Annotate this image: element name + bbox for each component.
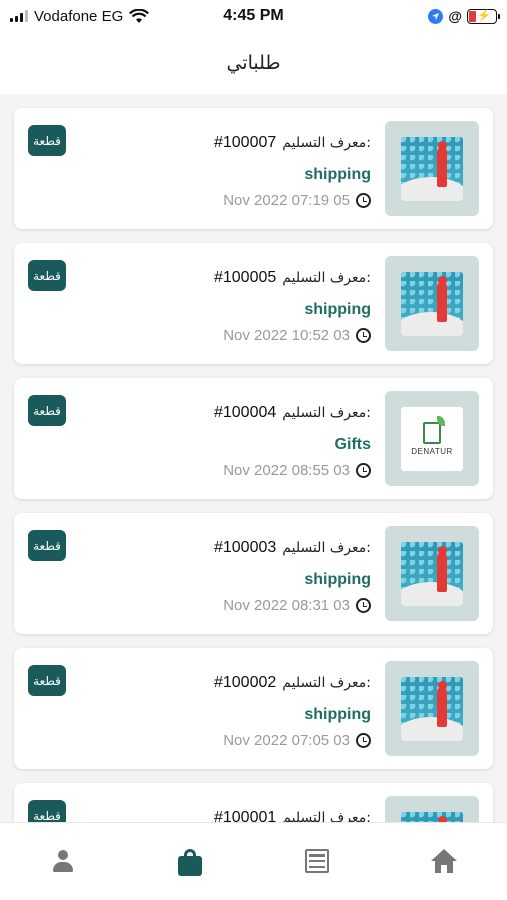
tab-orders[interactable]: [127, 823, 254, 900]
item-badge: قطعة: [28, 530, 66, 561]
order-date-line: Nov 2022 07:05 03: [223, 732, 371, 749]
status-bar: Vodafone EG 4:45 PM @ ⚡: [0, 0, 507, 32]
product-image: [401, 811, 463, 822]
carrier-name: Vodafone EG: [34, 7, 124, 25]
order-category: shipping: [304, 301, 371, 318]
clock-icon: [356, 193, 371, 208]
tab-profile[interactable]: [0, 823, 127, 900]
order-date: Nov 2022 10:52 03: [223, 327, 350, 344]
order-category: shipping: [304, 571, 371, 588]
order-card[interactable]: #100002 معرف التسليم: shipping Nov 2022 …: [14, 648, 493, 769]
orders-bag-icon: [178, 849, 203, 876]
logo-text: DENATUR: [411, 446, 453, 456]
clock-icon: [356, 328, 371, 343]
order-date: Nov 2022 07:05 03: [223, 732, 350, 749]
order-id-label: معرف التسليم:: [282, 405, 371, 421]
status-icons: @ ⚡: [428, 8, 500, 24]
order-card[interactable]: #100005 معرف التسليم: shipping Nov 2022 …: [14, 243, 493, 364]
order-card[interactable]: DENATUR #100004 معرف التسليم: Gifts Nov …: [14, 378, 493, 499]
order-id-line: #100003 معرف التسليم:: [214, 539, 371, 557]
product-image: [401, 541, 463, 606]
leaf-logo-icon: [423, 415, 445, 444]
signal-icon: [10, 10, 28, 22]
product-image: [401, 271, 463, 336]
home-icon: [430, 849, 457, 873]
order-date: Nov 2022 08:31 03: [223, 597, 350, 614]
order-id: #100003: [213, 539, 277, 556]
product-image: [401, 136, 463, 201]
order-id-label: معرف التسليم:: [282, 135, 371, 151]
order-id-line: #100002 معرف التسليم:: [214, 674, 371, 692]
order-date-line: Nov 2022 08:55 03: [223, 462, 371, 479]
order-card[interactable]: #100003 معرف التسليم: shipping Nov 2022 …: [14, 513, 493, 634]
order-thumbnail: [385, 796, 479, 822]
profile-icon: [51, 849, 75, 873]
page-title: طلباتي: [226, 52, 281, 74]
tab-list[interactable]: [254, 823, 381, 900]
orientation-lock-icon: @: [448, 8, 462, 24]
order-card[interactable]: #100001 معرف التسليم: قطعة: [14, 783, 493, 822]
order-date: Nov 2022 08:55 03: [223, 462, 350, 479]
order-category: shipping: [304, 706, 371, 723]
order-id-line: #100001 معرف التسليم:: [214, 809, 371, 822]
order-date-line: Nov 2022 10:52 03: [223, 327, 371, 344]
item-badge: قطعة: [28, 125, 66, 156]
order-date: Nov 2022 07:19 05: [223, 192, 350, 209]
order-thumbnail: [385, 526, 479, 621]
clock-icon: [356, 598, 371, 613]
order-card[interactable]: #100007 معرف التسليم: shipping Nov 2022 …: [14, 108, 493, 229]
order-id-label: معرف التسليم:: [282, 675, 371, 691]
order-id: #100005: [213, 269, 277, 286]
item-badge: قطعة: [28, 260, 66, 291]
order-category: shipping: [304, 166, 371, 183]
carrier-group: Vodafone EG: [10, 8, 210, 25]
location-icon: [428, 8, 444, 24]
order-thumbnail: [385, 256, 479, 351]
order-id-line: #100004 معرف التسليم:: [214, 404, 371, 422]
order-thumbnail: [385, 121, 479, 216]
order-id: #100002: [213, 674, 277, 691]
list-icon: [304, 849, 329, 873]
order-id-label: معرف التسليم:: [282, 810, 371, 822]
order-id-label: معرف التسليم:: [282, 270, 371, 286]
order-date-line: Nov 2022 08:31 03: [223, 597, 371, 614]
item-badge: قطعة: [28, 800, 66, 822]
order-thumbnail: [385, 661, 479, 756]
order-id-line: #100005 معرف التسليم:: [214, 269, 371, 287]
item-badge: قطعة: [28, 665, 66, 696]
clock-icon: [356, 733, 371, 748]
tab-home[interactable]: [380, 823, 507, 900]
bottom-tab-bar: [0, 822, 507, 900]
item-badge: قطعة: [28, 395, 66, 426]
order-date-line: Nov 2022 07:19 05: [223, 192, 371, 209]
order-id: #100004: [213, 404, 277, 421]
battery-icon: ⚡: [467, 8, 500, 24]
clock-icon: [356, 463, 371, 478]
wifi-icon: [129, 8, 150, 23]
order-id: #100001: [213, 809, 277, 822]
order-thumbnail: DENATUR: [385, 391, 479, 486]
order-id-line: #100007 معرف التسليم:: [214, 134, 371, 152]
orders-list[interactable]: #100007 معرف التسليم: shipping Nov 2022 …: [0, 94, 507, 822]
order-category: Gifts: [334, 436, 371, 453]
denatur-logo: DENATUR: [401, 406, 463, 471]
order-id: #100007: [213, 134, 277, 151]
product-image: [401, 676, 463, 741]
order-id-label: معرف التسليم:: [282, 540, 371, 556]
app-header: طلباتي: [0, 32, 507, 94]
